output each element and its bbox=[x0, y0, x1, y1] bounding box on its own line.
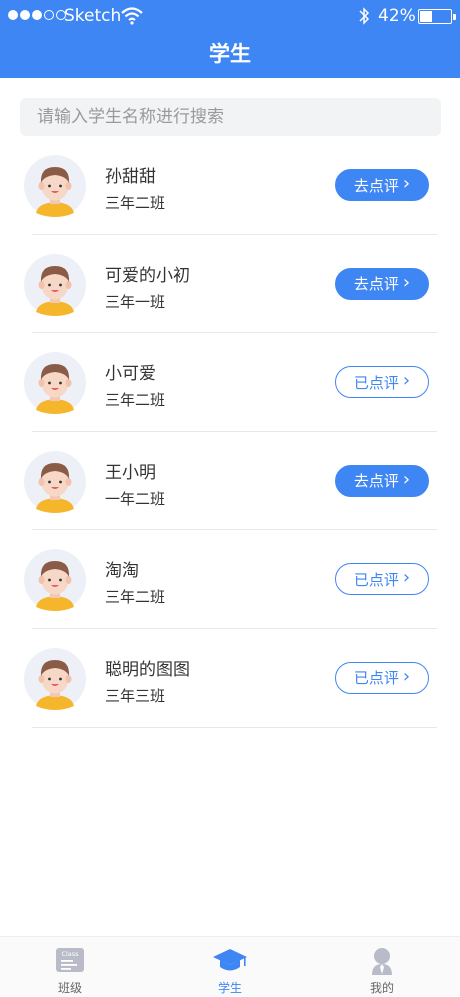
search-input[interactable] bbox=[20, 98, 441, 136]
review-button[interactable]: 去点评 › bbox=[335, 267, 429, 300]
student-class: 三年一班 bbox=[105, 292, 166, 311]
tab-mine[interactable]: 我的 bbox=[332, 937, 432, 997]
tab-bar: Class 班级 学生 我的 bbox=[0, 936, 460, 996]
review-button[interactable]: 去点评 › bbox=[335, 464, 429, 497]
header-bar: Sketch 42% 学生 bbox=[0, 0, 460, 78]
chevron-right-icon: › bbox=[402, 173, 411, 194]
tab-students-label: 学生 bbox=[217, 981, 242, 995]
tab-class[interactable]: Class 班级 bbox=[20, 937, 120, 997]
bluetooth-icon bbox=[359, 7, 370, 25]
signal-strength-icon bbox=[8, 10, 66, 20]
review-button-label: 去点评 bbox=[353, 275, 399, 294]
review-button-label: 去点评 bbox=[353, 472, 399, 491]
student-row[interactable]: 王小明一年二班 去点评 › bbox=[0, 432, 460, 531]
reviewed-button[interactable]: 已点评 › bbox=[335, 563, 429, 596]
student-name: 王小明 bbox=[105, 462, 156, 483]
graduation-cap-icon bbox=[213, 949, 247, 971]
tab-students[interactable]: 学生 bbox=[180, 937, 280, 997]
review-button-label: 已点评 bbox=[353, 570, 399, 589]
page-title: 学生 bbox=[209, 42, 251, 66]
reviewed-button[interactable]: 已点评 › bbox=[335, 661, 429, 694]
battery-percent: 42% bbox=[378, 6, 416, 26]
chevron-right-icon: › bbox=[402, 567, 411, 589]
chevron-right-icon: › bbox=[402, 468, 411, 490]
student-class: 三年二班 bbox=[105, 194, 166, 212]
reviewed-button[interactable]: 已点评 › bbox=[335, 366, 429, 399]
review-button-label: 已点评 bbox=[353, 373, 399, 392]
svg-text:Class: Class bbox=[61, 950, 79, 958]
student-class: 三年二班 bbox=[105, 588, 166, 607]
student-name: 小可爱 bbox=[105, 364, 156, 385]
review-button-label: 去点评 bbox=[353, 176, 399, 195]
avatar bbox=[24, 549, 86, 612]
battery-icon bbox=[418, 9, 456, 24]
avatar bbox=[24, 647, 86, 710]
tab-mine-label: 我的 bbox=[369, 981, 394, 995]
avatar bbox=[24, 155, 86, 217]
student-name: 淘淘 bbox=[105, 561, 139, 582]
review-button[interactable]: 去点评 › bbox=[335, 169, 429, 201]
chevron-right-icon: › bbox=[402, 665, 411, 687]
student-class: 一年二班 bbox=[105, 489, 166, 508]
student-row[interactable]: 淘淘三年二班 已点评 › bbox=[0, 530, 460, 629]
student-row[interactable]: 可爱的小初三年一班 去点评 › bbox=[0, 235, 460, 334]
student-name: 可爱的小初 bbox=[105, 265, 190, 286]
avatar bbox=[24, 253, 86, 316]
tab-class-label: 班级 bbox=[57, 981, 82, 995]
student-name: 聪明的图图 bbox=[105, 659, 190, 680]
student-class: 三年二班 bbox=[105, 391, 166, 410]
avatar bbox=[24, 450, 86, 513]
status-bar: Sketch 42% bbox=[0, 0, 460, 34]
student-class: 三年三班 bbox=[105, 686, 166, 705]
person-icon bbox=[372, 948, 392, 975]
student-row[interactable]: 聪明的图图三年三班 已点评 › bbox=[0, 629, 460, 728]
class-board-icon: Class bbox=[56, 948, 84, 972]
student-name: 孙甜甜 bbox=[105, 167, 156, 187]
chevron-right-icon: › bbox=[402, 370, 411, 392]
avatar bbox=[24, 352, 86, 415]
student-row[interactable]: 小可爱三年二班 已点评 › bbox=[0, 333, 460, 432]
student-row[interactable]: 孙甜甜三年二班 去点评 › bbox=[0, 136, 460, 235]
student-list: 孙甜甜 三年二班 去点评 › 可爱的小初 三年一班 去点评 › 小可爱 三年二班 已点评 › 王小明 一年… bbox=[0, 136, 460, 728]
wifi-icon bbox=[121, 7, 143, 25]
carrier-label: Sketch bbox=[64, 6, 122, 26]
chevron-right-icon: › bbox=[402, 271, 411, 293]
review-button-label: 已点评 bbox=[353, 669, 399, 688]
